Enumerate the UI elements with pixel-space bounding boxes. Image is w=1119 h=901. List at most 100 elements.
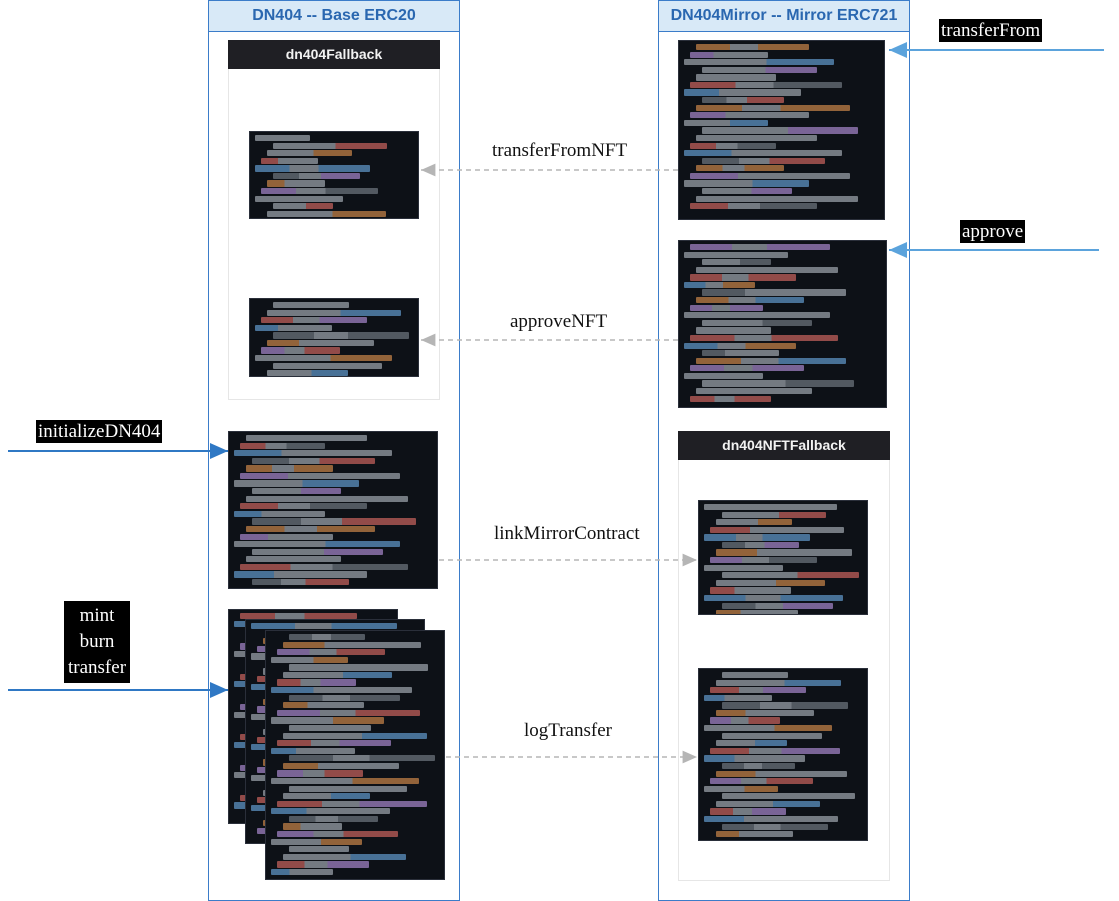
- code-snippet-link-mirror-contract: [698, 500, 868, 615]
- code-line: [283, 823, 342, 830]
- code-line: [261, 317, 367, 324]
- code-line: [704, 534, 810, 541]
- code-line: [716, 679, 841, 686]
- code-line: [696, 195, 858, 202]
- code-line: [696, 266, 838, 273]
- code-line: [722, 702, 849, 709]
- code-line: [722, 572, 860, 579]
- code-line: [283, 641, 421, 648]
- code-line: [271, 656, 349, 663]
- code-line: [684, 372, 763, 380]
- code-snippet-approve-nft-handler: [249, 298, 419, 377]
- code-snippet-transfer: [265, 630, 445, 880]
- label-burn: burn: [79, 631, 115, 652]
- code-line: [246, 556, 342, 563]
- code-line: [704, 755, 806, 762]
- label-link-mirror-contract: linkMirrorContract: [494, 523, 640, 545]
- code-line: [710, 778, 813, 785]
- code-line: [704, 694, 772, 701]
- code-line: [273, 142, 387, 149]
- code-line: [690, 274, 797, 281]
- code-line: [690, 304, 763, 311]
- label-transfer-from-nft: transferFromNFT: [492, 140, 628, 162]
- code-line: [710, 587, 791, 594]
- code-line: [702, 380, 854, 387]
- code-line: [702, 97, 784, 104]
- code-line: [690, 81, 843, 89]
- code-line: [690, 244, 830, 251]
- code-line: [234, 480, 359, 487]
- code-line: [690, 203, 817, 210]
- code-line: [277, 679, 356, 686]
- code-line: [710, 557, 818, 564]
- code-line: [267, 210, 386, 217]
- code-line: [273, 302, 349, 309]
- code-line: [289, 724, 372, 732]
- code-snippet-log-transfer: [698, 668, 868, 841]
- code-line: [252, 548, 383, 555]
- code-line: [267, 180, 326, 187]
- code-line: [684, 312, 830, 319]
- label-mint: mint: [79, 605, 115, 626]
- code-line: [702, 66, 818, 73]
- code-line: [704, 594, 844, 602]
- code-line: [696, 297, 805, 304]
- code-line: [289, 664, 429, 671]
- code-line: [684, 251, 789, 258]
- code-line: [277, 861, 370, 868]
- code-line: [690, 365, 805, 372]
- code-line: [277, 740, 392, 747]
- code-line: [702, 259, 771, 266]
- code-line: [696, 74, 776, 81]
- code-line: [240, 533, 334, 540]
- code-line: [271, 687, 413, 694]
- dn404-fallback-title: dn404Fallback: [228, 40, 440, 69]
- code-line: [240, 503, 367, 510]
- code-line: [684, 59, 835, 66]
- code-line: [277, 649, 385, 656]
- code-line: [255, 165, 371, 172]
- code-line: [267, 150, 353, 157]
- code-line: [289, 846, 350, 853]
- code-line: [240, 563, 409, 571]
- code-line: [240, 472, 401, 480]
- code-line: [283, 853, 406, 860]
- code-line: [234, 450, 393, 457]
- code-line: [704, 504, 837, 511]
- code-line: [704, 785, 779, 792]
- code-line: [690, 395, 771, 402]
- code-line: [283, 762, 399, 770]
- code-snippet-initialize-dn404: [228, 431, 438, 589]
- code-line: [696, 134, 817, 142]
- code-line: [722, 823, 828, 830]
- code-snippet-transfer-from: [678, 40, 885, 220]
- code-line: [283, 702, 364, 709]
- code-line: [277, 831, 398, 838]
- dn404mirror-column-title: DN404Mirror -- Mirror ERC721: [659, 1, 909, 32]
- code-snippet-transfer-from-nft-handler: [249, 131, 419, 219]
- code-line: [252, 488, 342, 495]
- code-line: [277, 800, 427, 807]
- code-line: [716, 770, 848, 777]
- code-line: [283, 732, 428, 739]
- code-line: [261, 347, 340, 354]
- code-line: [277, 709, 420, 716]
- code-line: [716, 519, 792, 526]
- code-line: [246, 435, 367, 442]
- code-line: [690, 334, 838, 342]
- code-line: [261, 157, 318, 164]
- code-line: [716, 549, 852, 556]
- code-line: [684, 180, 809, 187]
- code-line: [722, 793, 855, 800]
- code-line: [716, 709, 814, 717]
- label-transfer-from: transferFrom: [939, 19, 1043, 42]
- code-line: [289, 634, 365, 641]
- code-line: [704, 815, 839, 823]
- code-line: [684, 89, 801, 96]
- code-line: [722, 762, 795, 770]
- code-line: [289, 815, 379, 823]
- arrows-layer: [8, 42, 1104, 764]
- code-line: [255, 324, 333, 331]
- code-line: [710, 747, 840, 754]
